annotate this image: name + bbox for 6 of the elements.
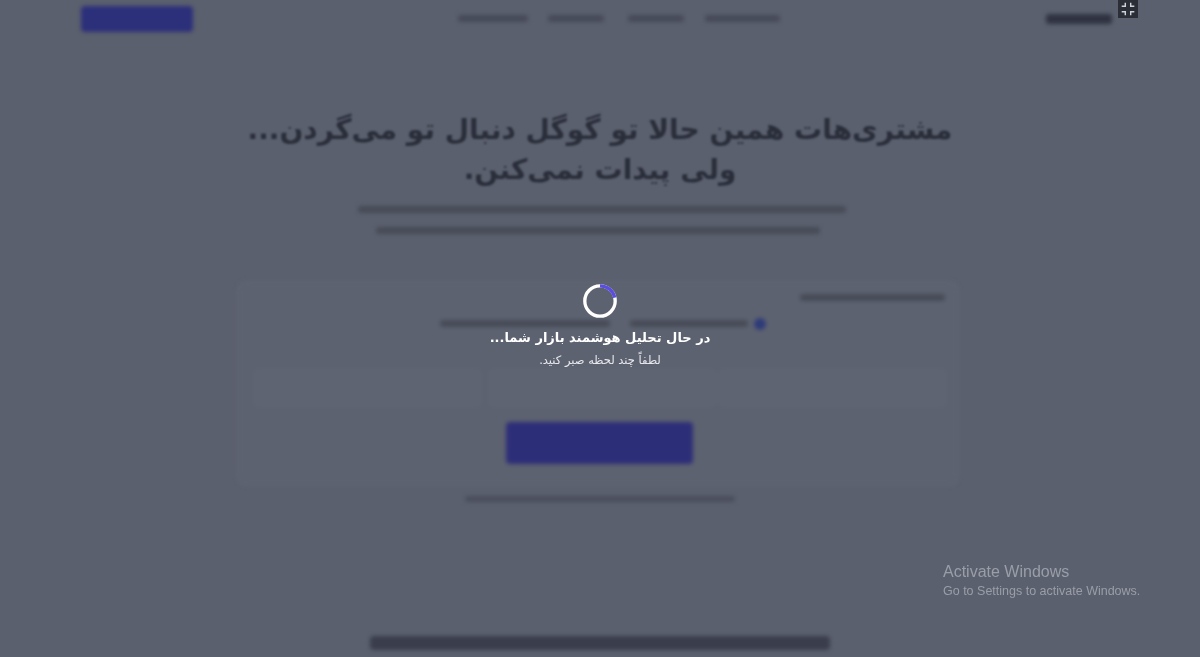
exit-fullscreen-icon[interactable] (1118, 0, 1138, 18)
spinner-icon (581, 282, 619, 320)
loading-title: در حال تحلیل هوشمند بازار شما... (489, 330, 711, 345)
loading-message: لطفاً چند لحظه صبر کنید. (539, 353, 661, 367)
activation-notice-title: Activate Windows (943, 563, 1071, 581)
activation-notice-message: Go to Settings to activate Windows. (943, 584, 1141, 598)
